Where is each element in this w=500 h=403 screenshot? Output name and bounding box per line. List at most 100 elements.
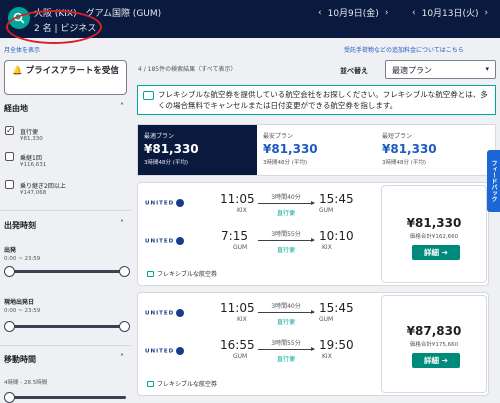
return-slider-label: 現地出発日 [4, 299, 35, 306]
tab-duration: 3時間48分 (平均) [382, 160, 427, 166]
chevron-up-icon[interactable]: ˄ [120, 219, 124, 228]
sort-label: 並べ替え [340, 67, 368, 75]
price-alert-label: プライスアラートを受信 [25, 66, 119, 76]
price-total: 価格合計¥175,660 [409, 342, 459, 348]
flight-arrow [258, 238, 315, 242]
chevron-left-icon[interactable]: ‹ [412, 8, 416, 18]
stops-text: 直行便 [276, 319, 295, 326]
chevron-down-icon: ▾ [485, 65, 489, 73]
flight-duration: 3時間40分 [271, 303, 301, 310]
info-text: フレキシブルな航空券を提供している航空会社をお探しください。フレキシブルな航空券… [158, 90, 488, 110]
stops-text: 直行便 [276, 247, 295, 254]
tab-price: ¥81,330 [263, 142, 318, 156]
price-panel: ¥87,830 価格合計¥175,660 詳細 ➔ [381, 295, 487, 393]
tab-name: 最適プラン [144, 133, 175, 140]
globe-icon [176, 309, 185, 317]
tab-cheapest[interactable]: 最安プラン ¥81,330 3時間48分 (平均) [257, 125, 376, 175]
departure-slider-label: 出発 [4, 247, 17, 254]
stops-price: ¥116,631 [20, 162, 47, 168]
departure-slider-range: 0:00 ~ 23:59 [4, 256, 41, 262]
stops-text: 直行便 [276, 356, 295, 363]
airline-logo: UNITED [145, 347, 185, 355]
globe-icon [176, 347, 185, 355]
details-button[interactable]: 詳細 ➔ [412, 245, 460, 260]
depart-code: KIX [237, 207, 247, 214]
arrive-time: 15:45 [319, 192, 354, 206]
itinerary: UNITED 11:05 KIX 3時間40分 直行便 15:45 GUM UN… [138, 293, 378, 395]
result-card[interactable]: UNITED 11:05 KIX 3時間40分 直行便 15:45 GUM UN… [137, 292, 489, 396]
arrive-time: 19:50 [319, 338, 354, 352]
result-card[interactable]: UNITED 11:05 KIX 3時間40分 直行便 15:45 GUM UN… [137, 182, 489, 286]
stops-label: 乗継1回 [20, 155, 42, 162]
stops-checkbox-nonstop[interactable]: ✓ [5, 126, 14, 135]
flight-duration: 3時間55分 [271, 231, 301, 238]
slider-handle-max[interactable] [119, 321, 130, 332]
chevron-right-icon[interactable]: › [485, 8, 489, 18]
tab-duration: 3時間48分 (平均) [263, 160, 308, 166]
show-total-price-link[interactable]: 月全体を表示 [4, 45, 40, 54]
price-alert-button[interactable]: 🔔 プライスアラートを受信 [4, 60, 127, 95]
ticket-icon [143, 91, 154, 100]
flight-arrow [258, 347, 315, 351]
sort-tabs: 最適プラン ¥81,330 3時間48分 (平均) 最安プラン ¥81,330 … [137, 124, 496, 176]
chevron-left-icon[interactable]: ‹ [318, 8, 322, 18]
feedback-tab[interactable]: フィードバック [487, 150, 500, 212]
arrive-code: GUM [319, 316, 334, 323]
depart-date[interactable]: ‹ 10月9日(金) › [318, 6, 389, 20]
sort-select[interactable]: 最適プラン ▾ [385, 60, 496, 79]
stops-checkbox-two-plus[interactable] [5, 180, 14, 189]
stops-checkbox-one[interactable] [5, 152, 14, 161]
tab-price: ¥81,330 [382, 142, 437, 156]
price-total: 価格合計¥162,660 [409, 234, 459, 240]
details-button[interactable]: 詳細 ➔ [412, 353, 460, 368]
results-count: 4 / 185件の検索結果（すべて表示） [138, 66, 237, 73]
chevron-up-icon[interactable]: ˄ [120, 102, 124, 111]
itinerary: UNITED 11:05 KIX 3時間40分 直行便 15:45 GUM UN… [138, 183, 378, 285]
depart-time: 11:05 [220, 301, 255, 315]
slider-handle-min[interactable] [4, 392, 15, 403]
return-date[interactable]: ‹ 10月13日(火) › [412, 6, 489, 20]
duration-title: 移動時間 [4, 355, 36, 364]
stops-text: 直行便 [276, 210, 295, 217]
ticket-icon [147, 270, 154, 277]
airline-logo: UNITED [145, 199, 185, 207]
arrive-code: KIX [322, 244, 332, 251]
departure-time-slider[interactable] [4, 266, 130, 277]
depart-time: 11:05 [220, 192, 255, 206]
flexible-ticket-note: フレキシブルな航空券 [147, 379, 217, 388]
flexible-info-banner: フレキシブルな航空券を提供している航空会社をお探しください。フレキシブルな航空券… [137, 85, 496, 115]
chevron-right-icon[interactable]: › [385, 8, 389, 18]
bell-icon: 🔔 [12, 66, 23, 76]
depart-time: 16:55 [220, 338, 255, 352]
return-time-slider[interactable] [4, 321, 130, 332]
duration-slider[interactable] [4, 392, 126, 403]
baggage-fees-link[interactable]: 受託手荷物などの追加料金についてはこちら [344, 45, 464, 54]
slider-handle-min[interactable] [4, 321, 15, 332]
arrive-time: 10:10 [319, 229, 354, 243]
price: ¥87,830 [406, 324, 462, 338]
sort-value: 最適プラン [392, 66, 432, 75]
globe-icon [176, 237, 185, 245]
flexible-ticket-note: フレキシブルな航空券 [147, 269, 217, 278]
depart-code: KIX [237, 316, 247, 323]
stops-label: 直行便 [20, 129, 39, 136]
tab-name: 最短プラン [382, 133, 413, 140]
divider [0, 345, 131, 346]
slider-handle-max[interactable] [119, 266, 130, 277]
tab-fastest[interactable]: 最短プラン ¥81,330 3時間48分 (平均) [376, 125, 495, 175]
flight-duration: 3時間55分 [271, 340, 301, 347]
airline-logo: UNITED [145, 237, 185, 245]
chevron-up-icon[interactable]: ˄ [120, 353, 124, 362]
stops-label: 乗り継ぎ2回以上 [20, 183, 66, 190]
flight-arrow [258, 201, 315, 205]
return-date-label: 10月13日(火) [421, 9, 479, 19]
tab-best[interactable]: 最適プラン ¥81,330 3時間48分 (平均) [138, 125, 257, 175]
depart-code: GUM [233, 244, 248, 251]
stops-price: ¥81,330 [20, 136, 43, 142]
arrive-code: GUM [319, 207, 334, 214]
price: ¥81,330 [406, 216, 462, 230]
slider-handle-min[interactable] [4, 266, 15, 277]
arrive-code: KIX [322, 353, 332, 360]
airline-logo: UNITED [145, 309, 185, 317]
depart-date-label: 10月9日(金) [327, 9, 379, 19]
